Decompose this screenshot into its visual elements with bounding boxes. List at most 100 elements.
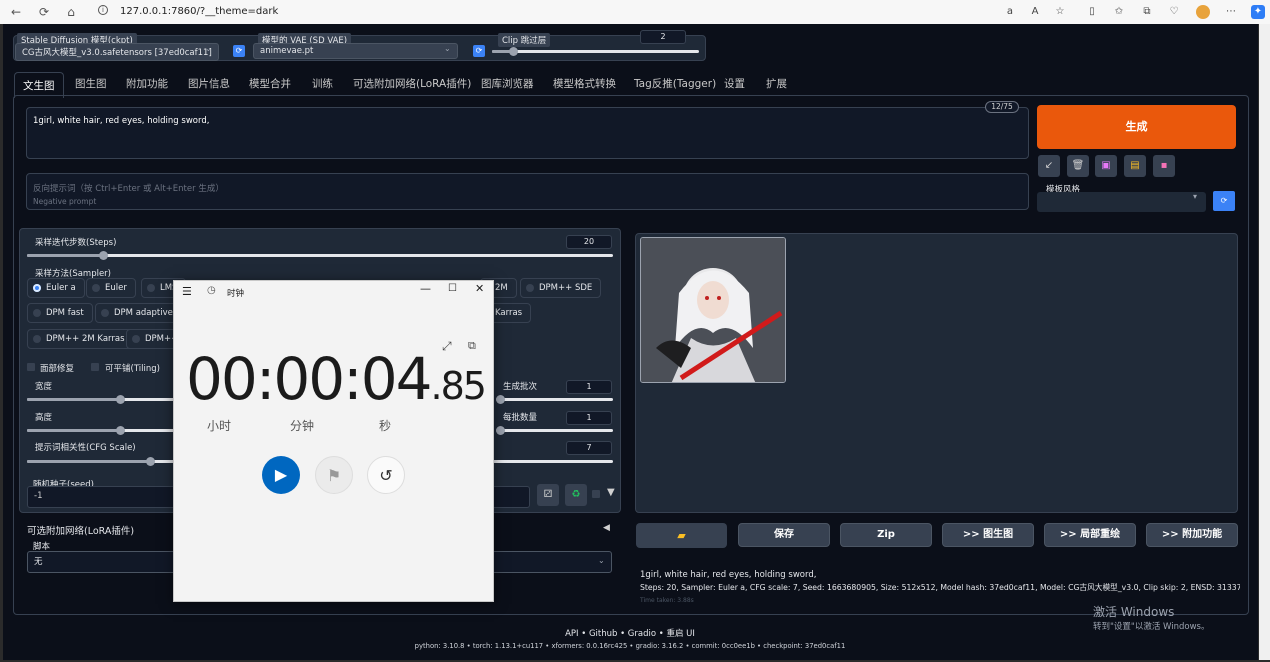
tiling-checkbox[interactable] [91, 363, 99, 371]
output-button-2[interactable]: >> 图生图 [942, 523, 1034, 547]
refresh-icon[interactable]: ⟳ [233, 45, 245, 57]
reset-button[interactable]: ↺ [367, 456, 405, 494]
output-button-4[interactable]: >> 附加功能 [1146, 523, 1238, 547]
batch-size-input[interactable]: 1 [566, 411, 612, 425]
generate-button[interactable]: 生成 [1037, 105, 1236, 149]
save-icon[interactable]: ▪ [1153, 155, 1175, 177]
sampler-dpmpp-sde[interactable]: DPM++ SDE [520, 278, 602, 298]
hamburger-icon[interactable]: ☰ [182, 285, 192, 298]
prompt-textarea[interactable]: 1girl, white hair, red eyes, holding swo… [26, 107, 1029, 159]
clock-app-icon: ◷ [207, 285, 216, 296]
tab-4[interactable]: 模型合并 [249, 76, 291, 91]
reload-icon[interactable]: ⟳ [36, 4, 52, 20]
read-aloud-icon[interactable]: A [1028, 5, 1042, 19]
maximize-icon[interactable]: ☐ [448, 283, 457, 294]
tab-11[interactable]: 扩展 [766, 76, 787, 91]
lora-accordion-label[interactable]: 可选附加网络(LoRA插件) [27, 523, 134, 537]
output-button-0[interactable]: 保存 [738, 523, 830, 547]
minutes-value: 00 [273, 345, 345, 413]
sampler-dpmpp-2m-karras[interactable]: DPM++ 2M Karras [27, 329, 134, 349]
negative-prompt-textarea[interactable]: 反向提示词（按 Ctrl+Enter 或 Alt+Enter 生成） Negat… [26, 173, 1029, 210]
refresh-icon[interactable]: ⟳ [473, 45, 485, 57]
minutes-unit: 分钟 [290, 419, 315, 433]
split-screen-icon[interactable]: ▯ [1085, 5, 1099, 19]
seconds-value: 04 [360, 345, 433, 413]
separator: : [255, 345, 275, 413]
profile-icon[interactable] [1196, 5, 1210, 19]
reset-icon: ↺ [379, 466, 393, 485]
tab-8[interactable]: 模型格式转换 [553, 76, 616, 91]
chevron-down-icon: ⌄ [205, 44, 212, 53]
sampler-euler[interactable]: Euler [86, 278, 136, 298]
folder-icon[interactable]: ▰ [636, 523, 727, 548]
flag-icon: ⚑ [326, 466, 342, 485]
batch-count-slider[interactable] [496, 395, 613, 404]
activate-windows-subtitle: 转到"设置"以激活 Windows。 [1093, 622, 1210, 632]
style-select[interactable] [1037, 192, 1206, 212]
arrow-icon[interactable]: ↙ [1038, 155, 1060, 177]
width-slider[interactable] [27, 395, 177, 404]
extra-seed-checkbox[interactable] [592, 490, 600, 498]
clip-skip-slider[interactable] [492, 47, 699, 56]
browser-toolbar: ← ⟳ ⌂ 127.0.0.1:7860/?__theme=dark i a A… [0, 0, 1270, 24]
vae-select[interactable]: animevae.pt [253, 43, 458, 59]
address-bar[interactable]: 127.0.0.1:7860/?__theme=dark [90, 2, 990, 21]
minimize-icon[interactable]: — [420, 282, 431, 295]
height-slider[interactable] [27, 426, 177, 435]
restore-faces-checkbox[interactable] [27, 363, 35, 371]
favorites-icon[interactable]: ✩ [1112, 5, 1126, 19]
tab-7[interactable]: 图库浏览器 [481, 76, 534, 91]
cfg-label: 提示词相关性(CFG Scale) [35, 443, 136, 453]
clipboard-icon[interactable]: ▤ [1124, 155, 1146, 177]
output-button-3[interactable]: >> 局部重绘 [1044, 523, 1136, 547]
triangle-left-icon[interactable]: ◀ [603, 523, 610, 533]
steps-slider[interactable] [27, 251, 613, 260]
chevron-down-icon: ⌄ [444, 44, 451, 53]
copilot-icon[interactable]: ✦ [1251, 5, 1265, 19]
extensions-icon[interactable]: ♡ [1167, 5, 1181, 19]
clock-title: 时钟 [227, 289, 245, 299]
tab-9[interactable]: Tag反推(Tagger) [634, 76, 716, 91]
stopwatch-display: 00:00:04.85 [186, 345, 487, 413]
translate-icon[interactable]: a [1003, 5, 1017, 19]
scrollbar[interactable] [1259, 24, 1270, 660]
tab-5[interactable]: 训练 [312, 76, 333, 91]
clip-skip-knob[interactable] [508, 47, 518, 56]
recycle-icon[interactable]: ♻ [565, 484, 587, 506]
more-icon[interactable]: ⋯ [1224, 5, 1238, 19]
tab-2[interactable]: 附加功能 [126, 76, 168, 91]
play-button[interactable]: ▶ [262, 456, 300, 494]
batch-size-slider[interactable] [496, 426, 613, 435]
image-icon[interactable]: ▣ [1095, 155, 1117, 177]
output-button-1[interactable]: Zip [840, 523, 932, 547]
batch-count-input[interactable]: 1 [566, 380, 612, 394]
tab-6[interactable]: 可选附加网络(LoRA插件) [353, 76, 471, 91]
back-icon[interactable]: ← [8, 4, 24, 20]
hours-value: 00 [186, 345, 258, 413]
dice-icon[interactable]: ⚂ [537, 484, 559, 506]
tab-3[interactable]: 图片信息 [188, 76, 230, 91]
steps-input[interactable]: 20 [566, 235, 612, 249]
refresh-icon[interactable]: ⟳ [1213, 191, 1235, 211]
sampler-dpm-adaptive[interactable]: DPM adaptive [95, 303, 182, 323]
triangle-down-icon[interactable]: ▼ [607, 487, 615, 498]
site-info-icon[interactable]: i [98, 5, 108, 15]
tab-10[interactable]: 设置 [724, 76, 745, 91]
lap-button[interactable]: ⚑ [315, 456, 353, 494]
cfg-input[interactable]: 7 [566, 441, 612, 455]
negative-prompt-placeholder: 反向提示词（按 Ctrl+Enter 或 Alt+Enter 生成） [33, 184, 224, 194]
collections-icon[interactable]: ⧉ [1140, 5, 1154, 19]
sampler-euler-a[interactable]: Euler a [27, 278, 85, 298]
trash-icon[interactable]: 🗑 [1067, 155, 1089, 177]
sampler-dpm-fast[interactable]: DPM fast [27, 303, 93, 323]
close-icon[interactable]: ✕ [475, 282, 484, 295]
home-icon[interactable]: ⌂ [63, 4, 79, 20]
tab-1[interactable]: 图生图 [75, 76, 107, 91]
clip-skip-input[interactable]: 2 [640, 30, 686, 44]
favorite-icon[interactable]: ☆ [1053, 5, 1067, 19]
seconds-unit: 秒 [379, 419, 392, 433]
generated-image[interactable] [640, 237, 786, 383]
height-label: 高度 [35, 413, 53, 423]
ckpt-select[interactable]: CG古风大模型_v3.0.safetensors [37ed0caf11] [15, 43, 219, 61]
footer-links[interactable]: API • Github • Gradio • 重启 UI [0, 627, 1260, 639]
